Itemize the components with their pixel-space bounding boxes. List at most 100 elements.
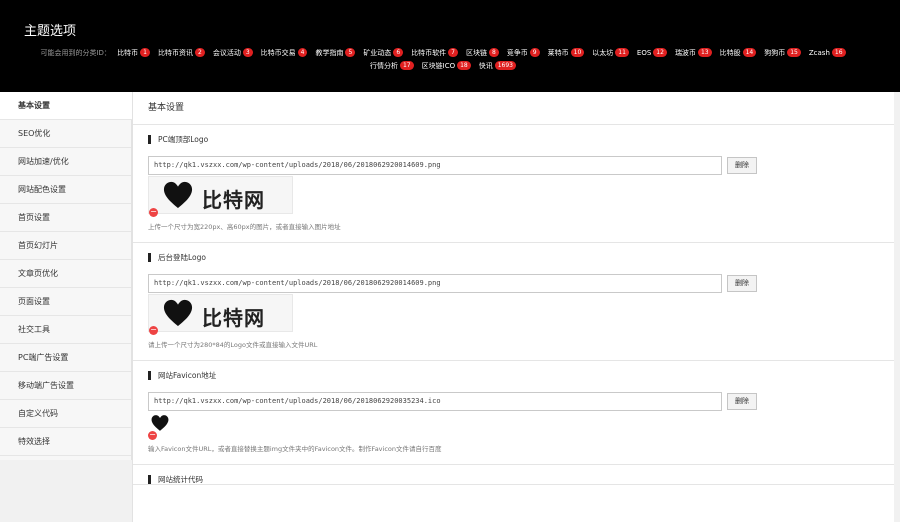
- category-id-badge: 18: [457, 61, 471, 70]
- category-id-badge: 16: [831, 48, 846, 57]
- category-name: 以太坊: [592, 49, 614, 57]
- category-id-badge: 3: [242, 48, 253, 57]
- category-id-list: 可能会用到的分类ID： 比特币 1 比特币资讯 2 会议活动 3 比特币交易 4 教学指南 5 矿业…: [22, 47, 872, 73]
- category-id-badge: 1: [140, 48, 150, 57]
- category-item: EOS 12: [637, 47, 667, 60]
- stats-code-setting: 网站统计代码: [133, 465, 894, 485]
- settings-main-panel: 基本设置 PC端顶部Logo http://qk1.vszxx.com/wp-c…: [132, 92, 894, 522]
- pc-logo-label: PC端顶部Logo: [148, 135, 879, 144]
- heart-logo-icon: [163, 181, 193, 209]
- category-item: 矿业动态 6: [363, 47, 404, 60]
- category-name: 行情分析: [369, 62, 398, 70]
- category-name: Zcash: [808, 49, 830, 57]
- sidebar-nav-item[interactable]: 基本设置: [0, 92, 132, 120]
- category-item: 莱特币 10: [548, 47, 585, 60]
- section-page-title: 基本设置: [133, 92, 894, 125]
- pc-logo-delete-button[interactable]: 删除: [727, 157, 757, 174]
- sidebar-nav-item[interactable]: SEO优化: [0, 120, 131, 148]
- category-id-badge: 5: [345, 48, 356, 57]
- pc-logo-hint: 上传一个尺寸为宽220px、高60px的图片，或者直接输入图片地址: [148, 223, 341, 231]
- category-item: 以太坊 11: [592, 47, 629, 60]
- admin-logo-url-input[interactable]: http://qk1.vszxx.com/wp-content/uploads/…: [148, 274, 722, 293]
- category-id-badge: 12: [653, 48, 667, 57]
- category-id-badge: 11: [615, 48, 629, 57]
- remove-image-icon[interactable]: −: [149, 208, 158, 217]
- top-header: 主题选项 可能会用到的分类ID： 比特币 1 比特币资讯 2 会议活动 3 比特币交易 4 教学…: [0, 0, 900, 92]
- category-item: 比特币资讯 2: [158, 47, 205, 60]
- favicon-hint: 输入Favicon文件URL，或者直接替换主题img文件夹中的Favicon文件…: [148, 445, 442, 453]
- admin-logo-delete-button[interactable]: 删除: [727, 275, 757, 292]
- sidebar-nav-item[interactable]: 特效选择: [0, 428, 131, 456]
- favicon-setting: 网站Favicon地址 http://qk1.vszxx.com/wp-cont…: [133, 361, 894, 465]
- category-name: 区块链: [465, 49, 487, 57]
- favicon-delete-button[interactable]: 删除: [727, 393, 757, 410]
- category-item: 区块链ICO 18: [422, 60, 471, 73]
- category-id-badge: 13: [697, 48, 712, 57]
- category-id-badge: 9: [529, 48, 540, 57]
- category-item: 会议活动 3: [213, 47, 253, 60]
- category-item: 狗狗币 15: [764, 47, 801, 60]
- category-item: 行情分析 17: [370, 60, 414, 73]
- category-id-badge: 17: [399, 61, 414, 70]
- category-id-badge: 6: [393, 48, 404, 57]
- sidebar-nav-item[interactable]: 社交工具: [0, 316, 131, 344]
- category-intro-text: 可能会用到的分类ID：: [40, 49, 111, 57]
- category-item: 区块链 8: [466, 47, 499, 60]
- remove-image-icon[interactable]: −: [148, 431, 157, 440]
- admin-logo-preview-text: 比特网: [202, 306, 265, 330]
- category-name: 狗狗币: [764, 49, 786, 57]
- category-name: 瑞波币: [674, 49, 696, 57]
- pc-logo-url-input[interactable]: http://qk1.vszxx.com/wp-content/uploads/…: [148, 156, 722, 175]
- favicon-url-input[interactable]: http://qk1.vszxx.com/wp-content/uploads/…: [148, 392, 722, 411]
- page-header-title: 主题选项: [24, 24, 77, 39]
- sidebar-nav-item[interactable]: 首页幻灯片: [0, 232, 131, 260]
- sidebar-nav-item[interactable]: PC端广告设置: [0, 344, 131, 372]
- category-item: 比特币交易 4: [261, 47, 308, 60]
- category-id-badge: 15: [787, 48, 801, 57]
- category-name: 比特币资讯: [158, 49, 193, 57]
- pc-logo-setting: PC端顶部Logo http://qk1.vszxx.com/wp-conten…: [133, 125, 894, 243]
- admin-logo-hint: 请上传一个尺寸为280*84的Logo文件或直接输入文件URL: [148, 341, 318, 349]
- category-name: 莱特币: [547, 49, 569, 57]
- category-item: Zcash 16: [809, 47, 846, 60]
- sidebar-nav-item[interactable]: 网站加速/优化: [0, 148, 131, 176]
- sidebar-nav-item[interactable]: 文章页优化: [0, 260, 131, 288]
- category-name: 会议活动: [212, 49, 241, 57]
- category-name: 比特币: [117, 49, 139, 57]
- category-name: 教学指南: [315, 49, 344, 57]
- admin-logo-preview: 比特网 −: [148, 294, 293, 335]
- category-name: 矿业动态: [363, 49, 392, 57]
- category-name: 区块链ICO: [421, 62, 456, 70]
- category-id-badge: 10: [570, 48, 585, 57]
- favicon-preview: −: [148, 412, 169, 440]
- category-name: 比特币交易: [260, 49, 296, 57]
- category-item: 竞争币 9: [507, 47, 540, 60]
- sidebar-nav-item[interactable]: 首页设置: [0, 204, 131, 232]
- category-item: 比特币软件 7: [411, 47, 458, 60]
- category-item: 瑞波币 13: [675, 47, 712, 60]
- category-id-badge: 14: [742, 48, 757, 57]
- sidebar-nav-item[interactable]: 自定义代码: [0, 400, 131, 428]
- category-name: EOS: [636, 49, 652, 57]
- admin-logo-label: 后台登陆Logo: [148, 253, 879, 262]
- sidebar-nav-item[interactable]: 移动端广告设置: [0, 372, 131, 400]
- category-item: 比特币 1: [117, 47, 150, 60]
- pc-logo-preview: 比特网 −: [148, 176, 293, 217]
- sidebar-nav-item[interactable]: 页面设置: [0, 288, 131, 316]
- admin-logo-setting: 后台登陆Logo http://qk1.vszxx.com/wp-content…: [133, 243, 894, 361]
- category-item: 比特股 14: [720, 47, 757, 60]
- category-id-badge: 7: [448, 48, 458, 57]
- sidebar-nav-item[interactable]: 网站配色设置: [0, 176, 131, 204]
- category-name: 比特股: [719, 49, 741, 57]
- category-item: 快讯 1693: [478, 60, 517, 73]
- category-item: 教学指南 5: [315, 47, 356, 60]
- remove-image-icon[interactable]: −: [149, 326, 158, 335]
- category-name: 竞争币: [506, 49, 528, 57]
- settings-sidebar: 基本设置 SEO优化 网站加速/优化 网站配色设置 首页设置 首页幻灯片 文章页优化 页面设置…: [0, 92, 132, 460]
- category-id-badge: 8: [488, 48, 499, 57]
- category-id-badge: 2: [195, 48, 205, 57]
- pc-logo-preview-text: 比特网: [202, 188, 265, 212]
- heart-logo-icon: [163, 299, 193, 327]
- category-name: 比特币软件: [411, 49, 447, 57]
- category-name: 快讯: [478, 62, 493, 70]
